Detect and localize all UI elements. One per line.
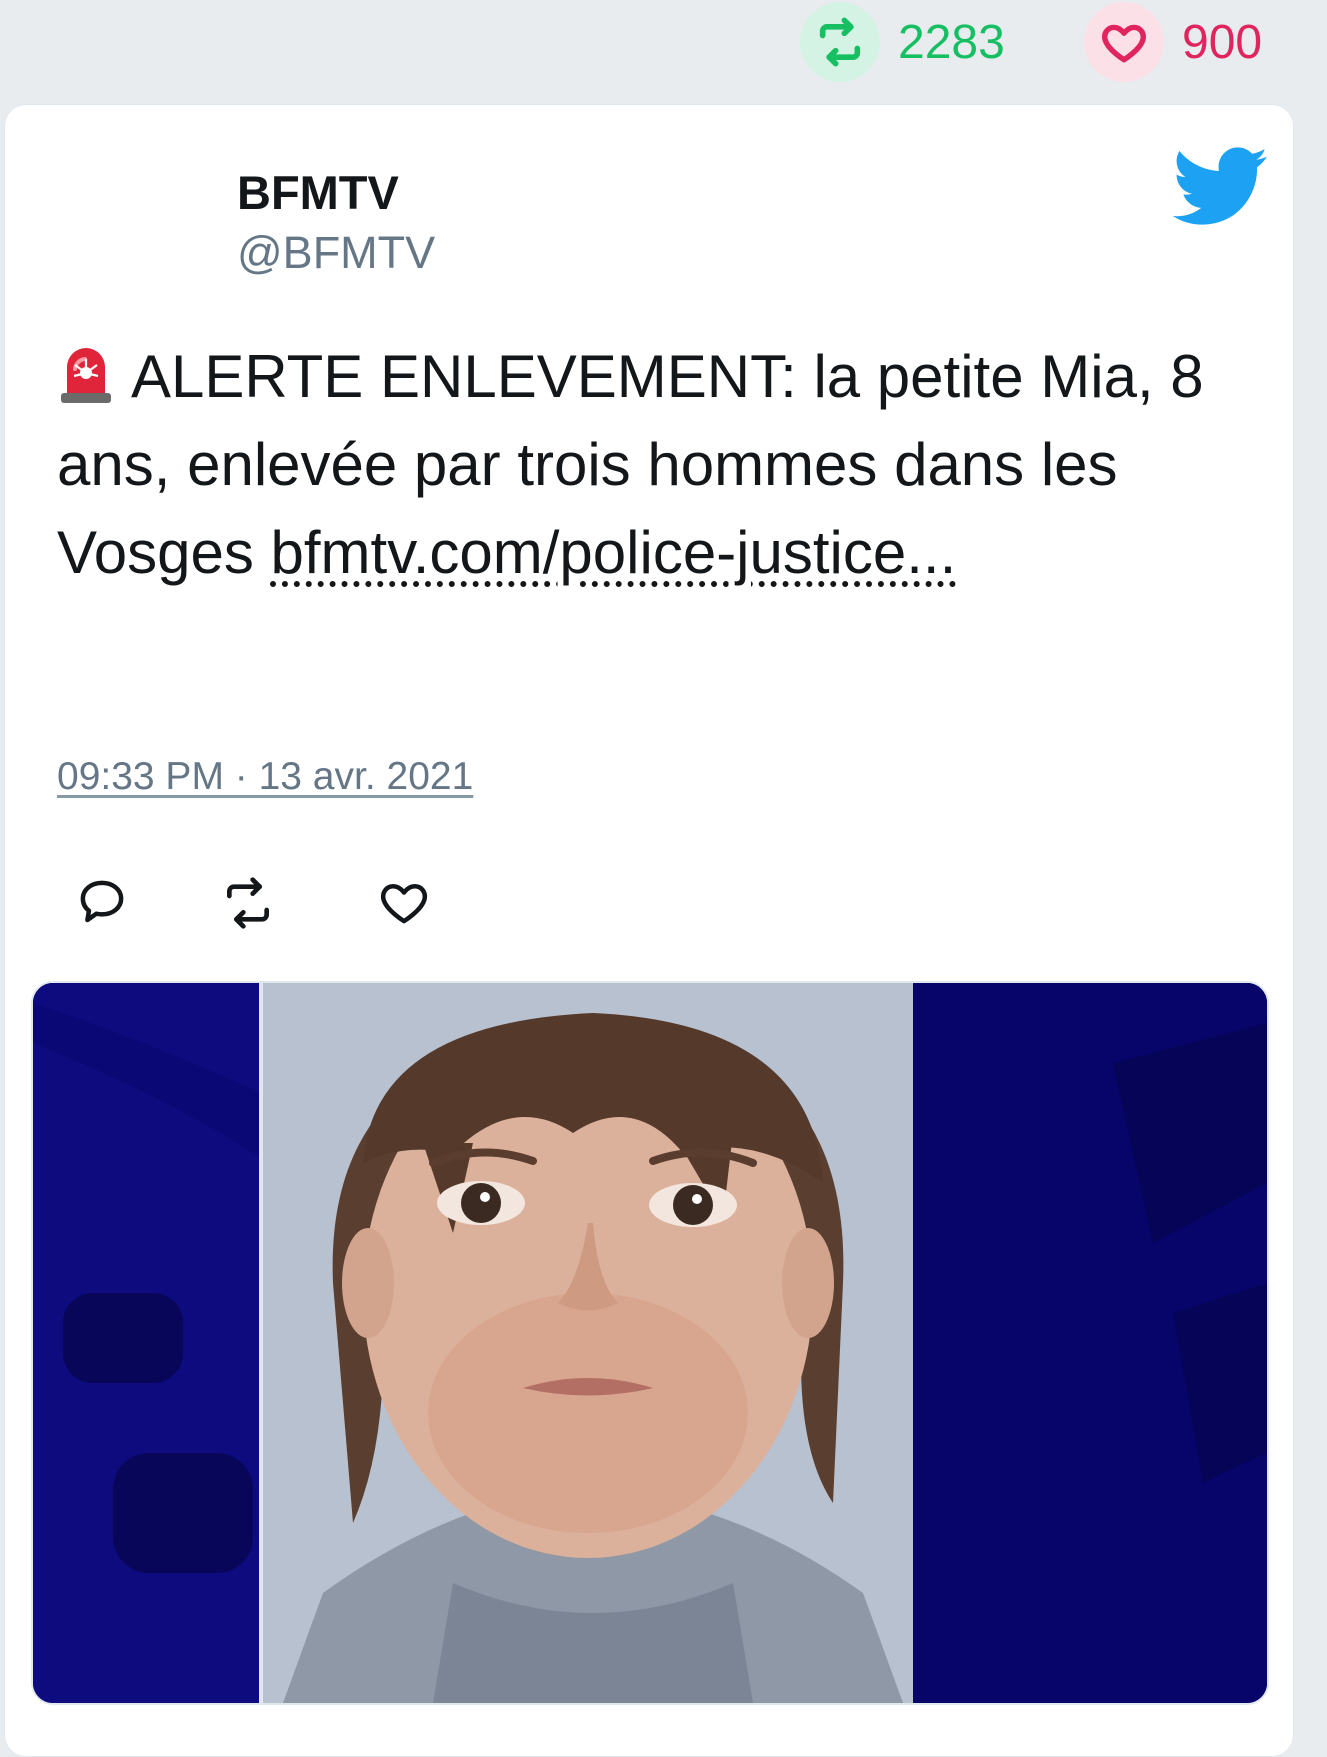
tweet-actions: [75, 875, 475, 935]
retweet-icon: [800, 2, 880, 82]
like-button[interactable]: [377, 875, 433, 931]
reply-icon: [80, 880, 124, 923]
tweet-stats-bar: 2283 900: [0, 0, 1327, 100]
retweet-count: 2283: [898, 15, 1005, 69]
tweet-link[interactable]: bfmtv.com/police-justice...: [271, 519, 957, 586]
tweet-photo[interactable]: [31, 981, 1269, 1705]
tweet-card: BFMTV @BFMTV ALERTE ENLEVEMENT: la petit…: [4, 104, 1294, 1757]
author-handle[interactable]: @BFMTV: [237, 227, 435, 279]
like-stat[interactable]: 900: [1084, 0, 1262, 84]
heart-icon: [1084, 2, 1164, 82]
heart-icon: [380, 884, 428, 924]
tweet-timestamp[interactable]: 09:33 PM · 13 avr. 2021: [57, 755, 473, 799]
retweet-icon: [227, 877, 269, 929]
retweet-button[interactable]: [220, 875, 276, 931]
tweet-text: ALERTE ENLEVEMENT: la petite Mia, 8 ans,…: [57, 333, 1257, 597]
police-car-light-emoji: [57, 341, 115, 403]
author-name[interactable]: BFMTV: [237, 165, 399, 220]
retweet-stat[interactable]: 2283: [800, 0, 1005, 84]
twitter-bird-icon[interactable]: [1172, 147, 1269, 227]
child-portrait-image: [33, 983, 1267, 1703]
reply-button[interactable]: [75, 875, 131, 931]
like-count: 900: [1182, 15, 1263, 69]
